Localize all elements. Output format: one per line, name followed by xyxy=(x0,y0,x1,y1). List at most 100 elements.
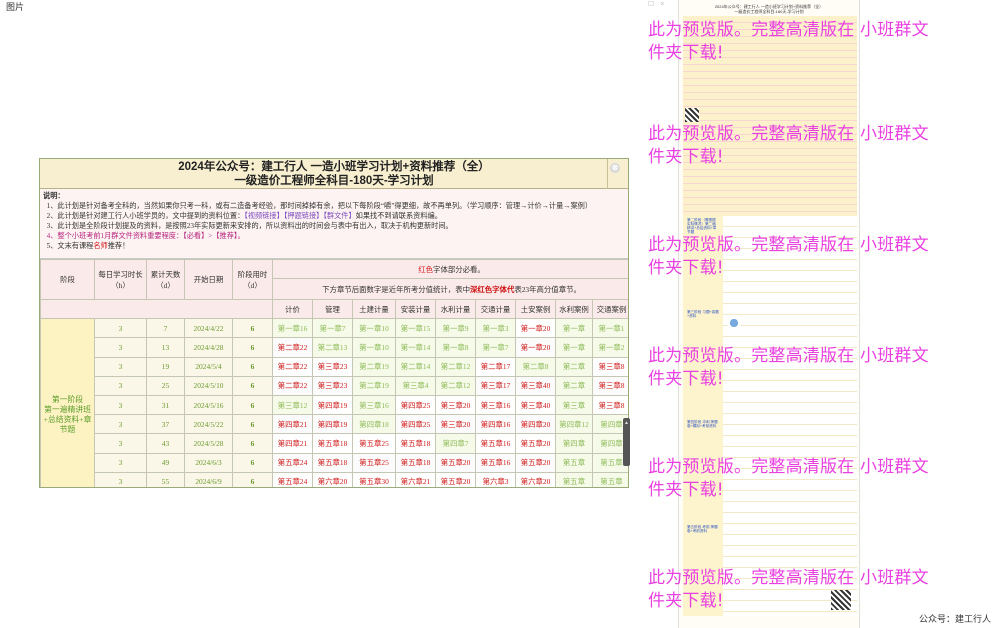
thumb-stage-2: 第二阶段（需根据实际情况）第二遍精讲+总结资料+章节题 xyxy=(687,218,717,234)
chapter-cell: 第五章24 xyxy=(272,452,313,473)
daily-hours-cell: 3 xyxy=(94,356,147,377)
vertical-scrollbar[interactable]: ▲ xyxy=(623,418,630,466)
chapter-cell: 第四章7 xyxy=(435,433,476,454)
chapter-cell: 第三章20 xyxy=(435,394,476,416)
full-plan-thumbnail[interactable]: 2024年公众号：建工行人 一造小班学习计划+资料推荐（全） 一级造价工程师全科… xyxy=(678,0,860,628)
chapter-cell: 第四章16 xyxy=(475,414,516,435)
chapter-cell: 第一章7 xyxy=(475,337,516,358)
chapter-cell: 第五章18 xyxy=(312,452,353,473)
chapter-cell: 第三章23 xyxy=(312,356,353,377)
chapter-cell: 第四章19 xyxy=(312,394,353,416)
col-stage: 阶段 xyxy=(40,259,95,300)
chapter-cell: 第一章20 xyxy=(515,318,556,339)
plan-table: 阶段 每日学习时长（h） 累计天数（d） 开始日期 阶段用时（d） 红色字体部分… xyxy=(40,258,628,487)
chapter-cell: 第四章18 xyxy=(352,414,396,435)
chapter-cell: 第四章 xyxy=(555,433,593,454)
stage-days-cell: 6 xyxy=(232,433,273,454)
chapter-cell: 第五章20 xyxy=(435,471,476,487)
chapter-cell: 第五章 xyxy=(555,452,593,473)
hint-row-1: 红色字体部分必看。 xyxy=(271,258,628,280)
start-date-cell: 2024/5/16 xyxy=(184,394,233,416)
chapter-cell: 第五章18 xyxy=(312,433,353,454)
daily-hours-cell: 3 xyxy=(94,471,147,487)
stage-days-cell: 6 xyxy=(232,452,273,473)
chapter-cell: 第三章8 xyxy=(591,394,628,416)
thumb-title: 2024年公众号：建工行人 一造小班学习计划+资料推荐（全） 一级造价工程师全科… xyxy=(714,4,824,14)
table-row: 3 37 2024/5/22 6 第四章21 第四章19 第四章18 第四章25 第三章20 第四… xyxy=(41,414,628,435)
chapter-cell: 第二章22 xyxy=(272,356,313,377)
table-row: 3 31 2024/5/16 6 第三章12 第四章19 第三章16 第四章25 第三章20 第三… xyxy=(41,394,628,416)
chapter-cell: 第五章 xyxy=(591,471,628,487)
chapter-cell: 第一章8 xyxy=(435,337,476,358)
chapter-cell: 第二章19 xyxy=(352,375,396,396)
chapter-cell: 第五章20 xyxy=(515,433,556,454)
stage-days-cell: 6 xyxy=(232,337,273,358)
col-subject: 交通计量 xyxy=(475,298,516,320)
chapter-cell: 第三章40 xyxy=(515,394,556,416)
chapter-cell: 第五章20 xyxy=(515,452,556,473)
chapter-cell: 第六章3 xyxy=(475,471,516,487)
chapter-cell: 第五章 xyxy=(555,471,593,487)
subject-row-spacer xyxy=(40,299,273,320)
chapter-cell: 第四章21 xyxy=(272,433,313,454)
sheet-subtitle: 一级造价工程师全科目-180天-学习计划 xyxy=(234,175,434,187)
thumb-stage-4: 第四阶段 冲刺 押题卷+模拟+考前资料 xyxy=(687,420,718,428)
chapter-cell: 第四章25 xyxy=(395,414,436,435)
note-1: 1、此计划是针对备考全科的，当然如果你只考一科，或有二造备考经验，那时间掉掉有余… xyxy=(46,202,593,210)
chapter-cell: 第一章1 xyxy=(591,318,628,339)
col-subject: 水利案例 xyxy=(555,298,593,320)
start-date-cell: 2024/5/4 xyxy=(184,356,233,377)
resource-links[interactable]: 【视频链接】【押题链接】【群文件】 xyxy=(244,212,355,220)
chapter-cell: 第二章12 xyxy=(435,375,476,396)
watermark-5: 此为预览版。完整高清版在 小班群文 件夹下载! xyxy=(648,457,929,500)
chapter-cell: 第五章25 xyxy=(352,452,396,473)
chapter-cell: 第一章15 xyxy=(395,318,436,339)
chapter-cell: 第二章17 xyxy=(475,356,516,377)
badge-icon xyxy=(727,316,741,330)
note-5: 5、文末有课程名师推荐！ xyxy=(46,242,130,250)
table-row: 3 25 2024/5/10 6 第二章22 第三章23 第二章19 第三章4 第二章12 第三章… xyxy=(41,375,628,396)
daily-hours-cell: 3 xyxy=(94,394,147,416)
table-row: 3 13 2024/4/28 6 第二章22 第二章13 第一章10 第一章14 第一章8 第一章… xyxy=(41,337,628,358)
chapter-cell: 第二章14 xyxy=(395,356,436,377)
daily-hours-cell: 3 xyxy=(94,452,147,473)
start-date-cell: 2024/4/22 xyxy=(184,318,233,339)
total-days-cell: 19 xyxy=(146,356,185,377)
daily-hours-cell: 3 xyxy=(94,337,147,358)
chapter-cell: 第三章12 xyxy=(272,394,313,416)
stage-days-cell: 6 xyxy=(232,318,273,339)
start-date-cell: 2024/6/9 xyxy=(184,471,233,487)
start-date-cell: 2024/5/22 xyxy=(184,414,233,435)
chapter-cell: 第一章2 xyxy=(591,337,628,358)
watermark-6: 此为预览版。完整高清版在 小班群文 件夹下载! xyxy=(648,568,929,611)
qr-code-icon xyxy=(685,108,699,122)
col-subject: 土安案例 xyxy=(515,298,556,320)
notes-section: 说明： 1、此计划是针对备考全科的，当然如果你只考一科，或有二造备考经验，那时间… xyxy=(40,189,628,259)
thumb-window-controls[interactable]: ☐ × xyxy=(648,0,666,8)
chapter-cell: 第五章20 xyxy=(435,452,476,473)
chapter-cell: 第四章21 xyxy=(272,414,313,435)
watermark-1: 此为预览版。完整高清版在 小班群文 件夹下载! xyxy=(648,20,929,63)
chapter-cell: 第三章8 xyxy=(591,356,628,377)
col-subject: 计价 xyxy=(272,298,313,320)
chapter-cell: 第一章3 xyxy=(475,318,516,339)
chapter-cell: 第一章10 xyxy=(352,337,396,358)
col-subject: 土建计量 xyxy=(352,298,396,320)
start-date-cell: 2024/4/28 xyxy=(184,337,233,358)
close-icon[interactable]: ⊗ xyxy=(610,163,620,173)
chapter-cell: 第二章12 xyxy=(435,356,476,377)
chapter-cell: 第二章22 xyxy=(272,337,313,358)
table-row: 3 19 2024/5/4 6 第二章22 第三章23 第二章19 第二章14 第二章12 第二章… xyxy=(41,356,628,377)
chapter-cell: 第六章20 xyxy=(515,471,556,487)
teacher-highlight: 名师 xyxy=(93,242,108,250)
table-row: 3 43 2024/5/28 6 第四章21 第五章18 第五章25 第五章18 第四章7 第五章… xyxy=(41,433,628,454)
watermark-3: 此为预览版。完整高清版在 小班群文 件夹下载! xyxy=(648,235,929,278)
chapter-cell: 第一章 xyxy=(555,318,593,339)
chapter-cell: 第三章16 xyxy=(352,394,396,416)
chapter-cell: 第六章21 xyxy=(395,471,436,487)
stage-days-cell: 6 xyxy=(232,375,273,396)
chapter-cell: 第二章8 xyxy=(515,356,556,377)
thumb-stage-5: 第五阶段 考前 押题卷+考前资料 xyxy=(687,525,718,533)
col-subject: 水利计量 xyxy=(435,298,476,320)
table-row: 第一阶段 第一遍精讲班+总结资料+章节题 3 7 2024/4/22 6 第一章16 第一章… xyxy=(40,318,628,487)
